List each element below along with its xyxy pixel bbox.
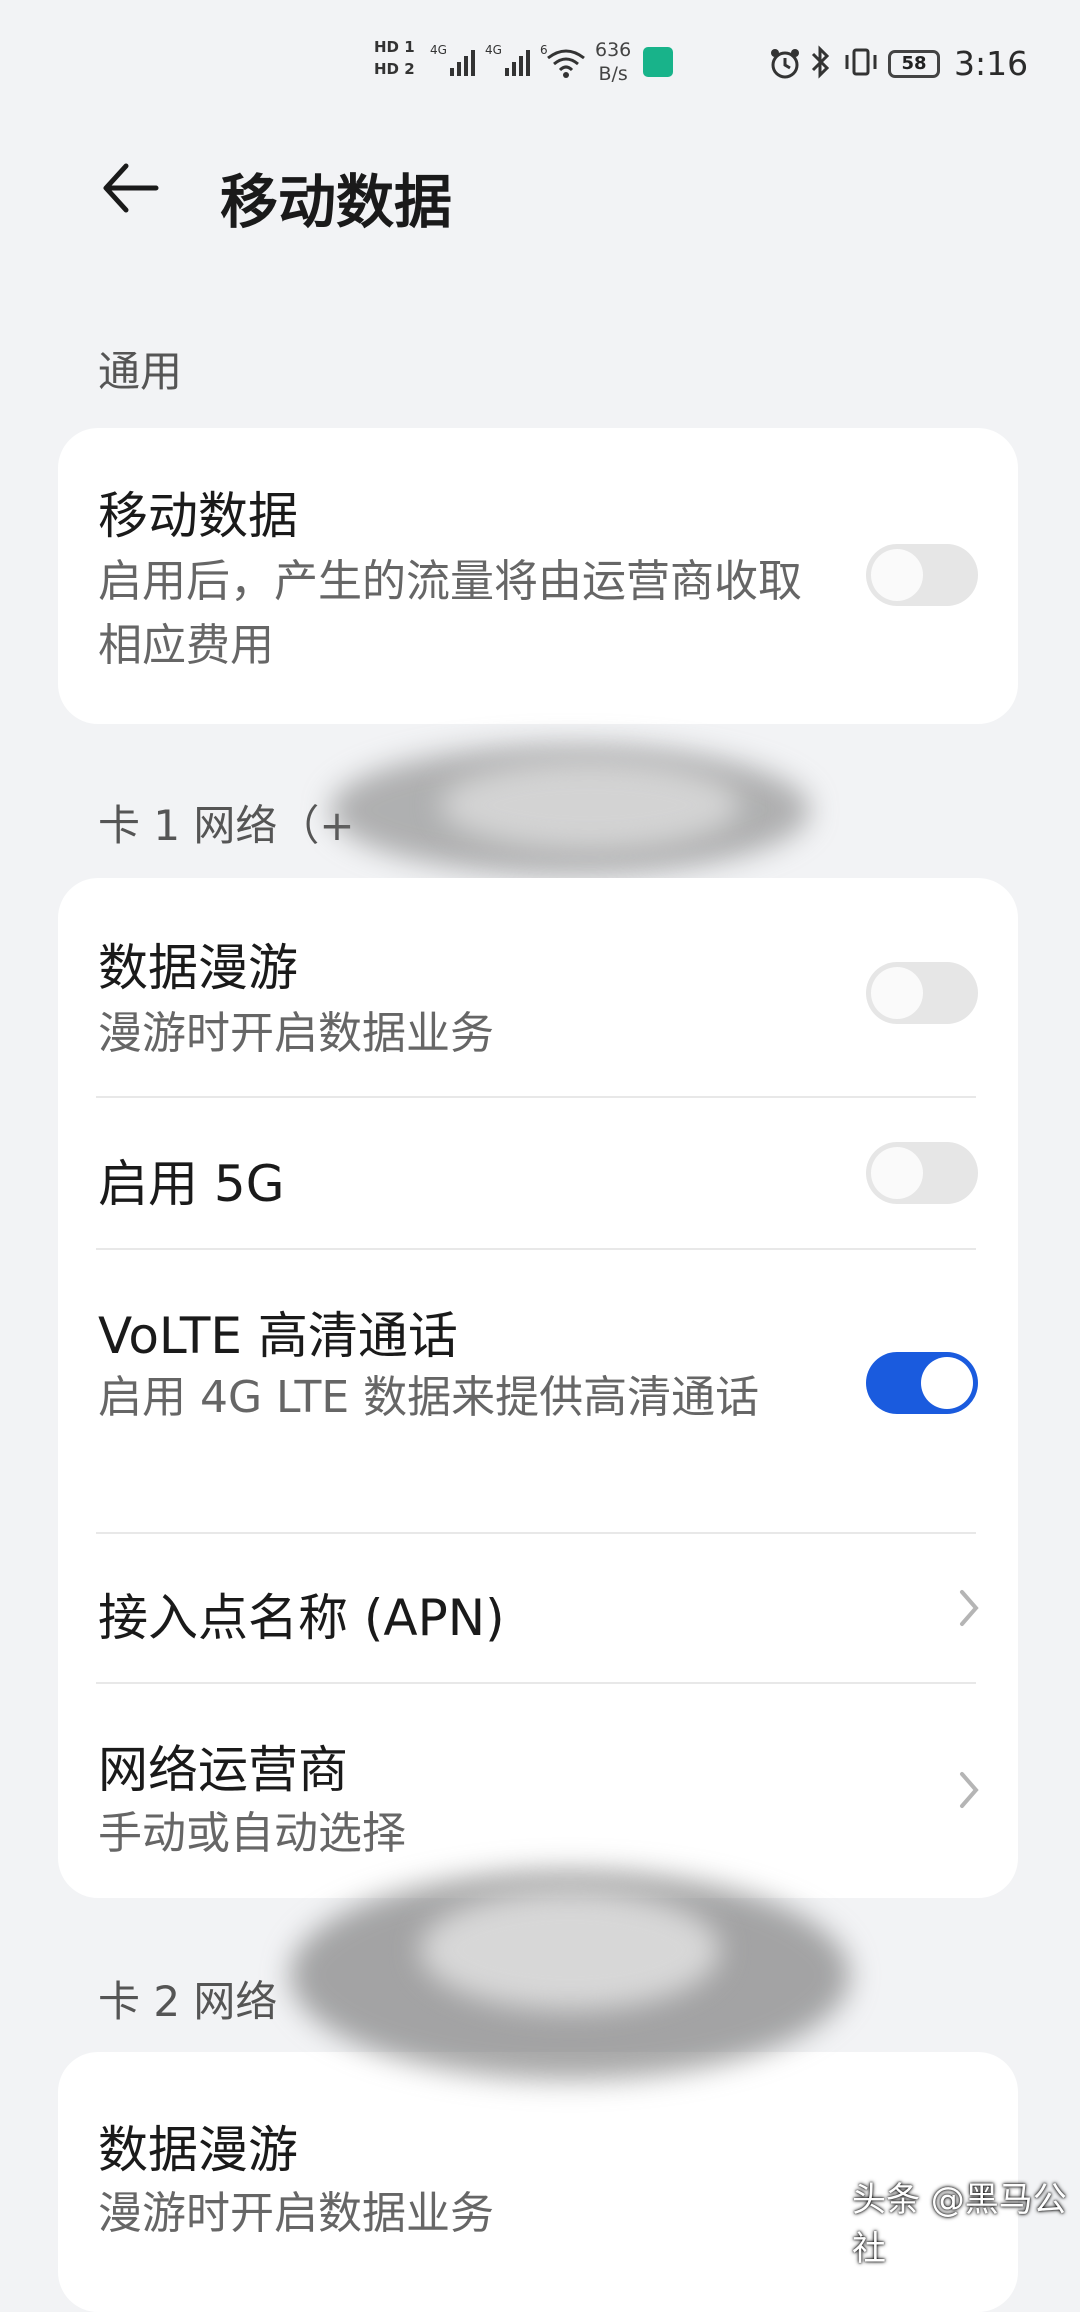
data-roaming-subtitle: 漫游时开启数据业务 bbox=[98, 1008, 494, 1059]
network-speed: 636 B/s bbox=[595, 39, 632, 85]
enable-5g-row[interactable]: 启用 5G bbox=[58, 1098, 1018, 1248]
network-operator-title: 网络运营商 bbox=[98, 1741, 348, 1799]
apn-title: 接入点名称 (APN) bbox=[98, 1589, 505, 1647]
svg-text:4G: 4G bbox=[485, 43, 502, 57]
data-roaming-title: 数据漫游 bbox=[98, 939, 298, 997]
clock: 3:16 bbox=[954, 44, 1029, 83]
page-title: 移动数据 bbox=[220, 168, 453, 236]
section-label-sim1: 卡 1 网络（+ bbox=[98, 801, 355, 850]
alarm-icon bbox=[771, 49, 799, 79]
wifi-icon: 6 bbox=[540, 43, 585, 78]
chevron-right-icon bbox=[960, 1772, 979, 1808]
svg-text:6: 6 bbox=[540, 43, 548, 57]
enable-5g-title: 启用 5G bbox=[98, 1155, 285, 1213]
sim1-card: 数据漫游 漫游时开启数据业务 启用 5G VoLTE 高清通话 启用 4G LT… bbox=[58, 878, 1018, 1898]
data-roaming-toggle[interactable] bbox=[866, 962, 978, 1024]
mobile-data-title: 移动数据 bbox=[98, 487, 298, 545]
watermark-text: 头条 @黑马公社 bbox=[852, 2180, 1067, 2269]
hd-indicator: HD 1 HD 2 bbox=[374, 38, 415, 78]
volte-subtitle: 启用 4G LTE 数据来提供高清通话 bbox=[98, 1372, 760, 1423]
svg-text:4G: 4G bbox=[430, 43, 447, 57]
chevron-right-icon bbox=[960, 1590, 979, 1626]
network-operator-subtitle: 手动或自动选择 bbox=[98, 1808, 406, 1859]
section-label-general: 通用 bbox=[98, 347, 183, 396]
battery-indicator: 58 bbox=[888, 50, 940, 78]
volte-row[interactable]: VoLTE 高清通话 启用 4G LTE 数据来提供高清通话 bbox=[58, 1250, 1018, 1532]
mobile-data-subtitle: 启用后，产生的流量将由运营商收取相应费用 bbox=[98, 556, 802, 671]
network-operator-row[interactable]: 网络运营商 手动或自动选择 bbox=[58, 1684, 1018, 1898]
sim2-data-roaming-title: 数据漫游 bbox=[98, 2121, 298, 2179]
general-card: 移动数据 启用后，产生的流量将由运营商收取相应费用 bbox=[58, 428, 1018, 724]
signal-icon-sim2: 4G bbox=[485, 43, 530, 76]
redaction-highlight bbox=[440, 760, 740, 850]
mobile-data-row[interactable]: 移动数据 启用后，产生的流量将由运营商收取相应费用 bbox=[58, 428, 1018, 724]
data-roaming-row[interactable]: 数据漫游 漫游时开启数据业务 bbox=[58, 878, 1018, 1096]
signal-icon-sim1: 4G bbox=[430, 43, 475, 76]
vibrate-icon bbox=[845, 48, 877, 76]
bluetooth-icon bbox=[811, 45, 830, 79]
back-arrow-icon[interactable] bbox=[96, 152, 168, 224]
enable-5g-toggle[interactable] bbox=[866, 1142, 978, 1204]
redaction-highlight bbox=[420, 1890, 720, 2010]
status-bar: HD 1 HD 2 4G 4G 6 636 B/s 58 3:16 bbox=[0, 0, 1080, 120]
sim2-data-roaming-subtitle: 漫游时开启数据业务 bbox=[98, 2188, 494, 2239]
volte-toggle[interactable] bbox=[866, 1352, 978, 1414]
section-label-sim2: 卡 2 网络 bbox=[98, 1977, 278, 2026]
apn-row[interactable]: 接入点名称 (APN) bbox=[58, 1534, 1018, 1682]
security-shield-icon bbox=[643, 47, 673, 77]
mobile-data-toggle[interactable] bbox=[866, 544, 978, 606]
volte-title: VoLTE 高清通话 bbox=[98, 1307, 458, 1365]
